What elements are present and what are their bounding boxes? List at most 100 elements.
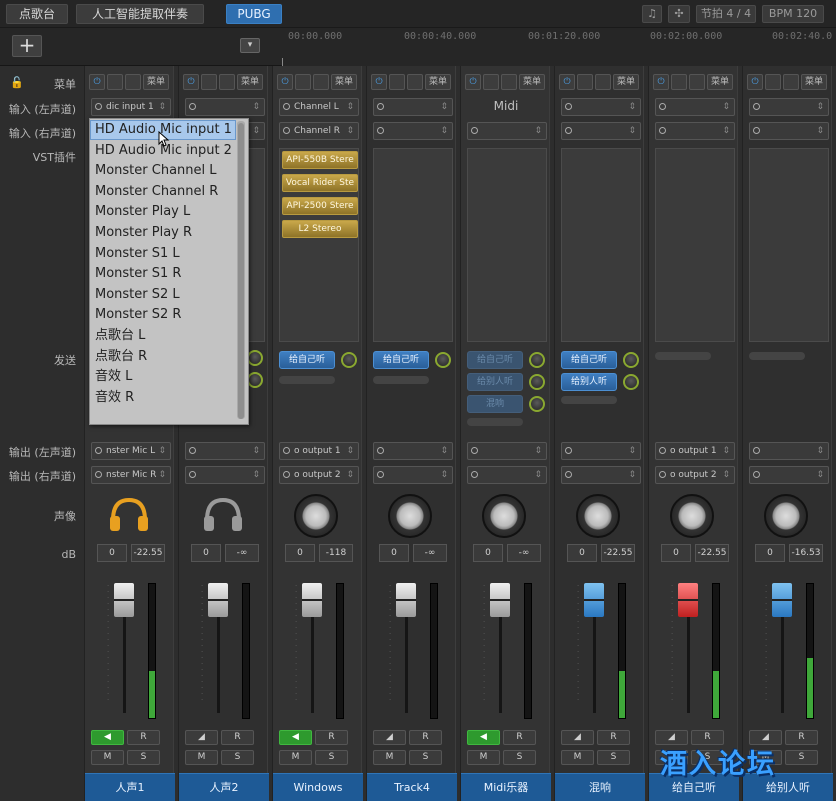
mute-button[interactable]: M bbox=[561, 750, 594, 765]
strip-small-button[interactable] bbox=[201, 74, 217, 90]
input-left-select[interactable]: ⇕ bbox=[561, 98, 641, 116]
strip-name-label[interactable]: 混响 bbox=[555, 773, 645, 801]
dropdown-option[interactable]: 点歌台 R bbox=[90, 347, 236, 367]
mute-button[interactable]: M bbox=[185, 750, 218, 765]
strip-name-label[interactable]: 人声1 bbox=[85, 773, 175, 801]
strip-small-button[interactable] bbox=[407, 74, 423, 90]
output-right-select[interactable]: ⇕ bbox=[467, 466, 547, 484]
dropdown-option[interactable]: 点歌台 L bbox=[90, 326, 236, 346]
output-right-select[interactable]: o output 2 ⇕ bbox=[279, 466, 359, 484]
output-left-select[interactable]: ⇕ bbox=[561, 442, 641, 460]
mute-button[interactable]: M bbox=[279, 750, 312, 765]
record-button[interactable]: R bbox=[503, 730, 536, 745]
strip-small-button[interactable] bbox=[671, 74, 687, 90]
power-icon[interactable]: ⏻ bbox=[371, 74, 387, 90]
strip-small-button[interactable] bbox=[389, 74, 405, 90]
send-others-button[interactable]: 给别人听 bbox=[561, 373, 617, 391]
send-level-knob[interactable] bbox=[247, 350, 263, 366]
add-track-button[interactable]: + bbox=[12, 35, 42, 57]
input-right-select[interactable]: ⇕ bbox=[749, 122, 829, 140]
input-device-dropdown[interactable]: HD Audio Mic input 1 HD Audio Mic input 2… bbox=[89, 118, 249, 425]
tab-song-station[interactable]: 点歌台 bbox=[6, 4, 68, 24]
input-left-select[interactable]: ⇕ bbox=[373, 98, 453, 116]
strip-menu-button[interactable]: 菜单 bbox=[707, 74, 733, 90]
record-button[interactable]: R bbox=[597, 730, 630, 745]
send-level-knob[interactable] bbox=[529, 352, 545, 368]
tab-ai-accompaniment[interactable]: 人工智能提取伴奏 bbox=[76, 4, 204, 24]
send-level-knob[interactable] bbox=[623, 352, 639, 368]
send-level-knob[interactable] bbox=[341, 352, 357, 368]
volume-fader-handle[interactable] bbox=[114, 583, 134, 617]
send-self-button[interactable]: 给自己听 bbox=[467, 351, 523, 369]
dropdown-option[interactable]: Monster S2 L bbox=[90, 285, 236, 305]
monitor-speaker-icon[interactable]: ◢ bbox=[185, 730, 218, 745]
power-icon[interactable]: ⏻ bbox=[653, 74, 669, 90]
strip-menu-button[interactable]: 菜单 bbox=[237, 74, 263, 90]
monitor-speaker-icon[interactable]: ◢ bbox=[561, 730, 594, 745]
send-level-knob[interactable] bbox=[435, 352, 451, 368]
pan-knob[interactable] bbox=[670, 494, 714, 538]
power-icon[interactable]: ⏻ bbox=[465, 74, 481, 90]
solo-button[interactable]: S bbox=[127, 750, 160, 765]
dropdown-toggle-icon[interactable]: ▾ bbox=[240, 38, 260, 53]
dropdown-option[interactable]: 音效 R bbox=[90, 388, 236, 408]
vst-plugin-button[interactable]: API-2500 Stere bbox=[282, 197, 358, 215]
output-left-select[interactable]: ⇕ bbox=[467, 442, 547, 460]
output-left-select[interactable]: o output 1 ⇕ bbox=[655, 442, 735, 460]
strip-name-label[interactable]: 人声2 bbox=[179, 773, 269, 801]
strip-menu-button[interactable]: 菜单 bbox=[143, 74, 169, 90]
db-fader-value[interactable]: 0 bbox=[191, 544, 221, 562]
send-self-button[interactable]: 给自己听 bbox=[279, 351, 335, 369]
vst-plugin-slot[interactable] bbox=[749, 148, 829, 342]
mute-button[interactable]: M bbox=[91, 750, 124, 765]
vst-plugin-slot[interactable] bbox=[467, 148, 547, 342]
monitor-speaker-icon[interactable]: ◀ bbox=[91, 730, 124, 745]
vst-plugin-slot[interactable]: API-550B Stere Vocal Rider Ste API-2500 St… bbox=[279, 148, 359, 342]
db-fader-value[interactable]: 0 bbox=[473, 544, 503, 562]
pan-knob[interactable] bbox=[294, 494, 338, 538]
strip-small-button[interactable] bbox=[577, 74, 593, 90]
record-button[interactable]: R bbox=[221, 730, 254, 745]
mute-button[interactable]: M bbox=[373, 750, 406, 765]
solo-button[interactable]: S bbox=[221, 750, 254, 765]
send-self-button[interactable]: 给自己听 bbox=[561, 351, 617, 369]
input-left-select[interactable]: ⇕ bbox=[185, 98, 265, 116]
output-right-select[interactable]: ⇕ bbox=[749, 466, 829, 484]
db-fader-value[interactable]: 0 bbox=[379, 544, 409, 562]
dropdown-option[interactable]: Monster S1 L bbox=[90, 244, 236, 264]
power-icon[interactable]: ⏻ bbox=[559, 74, 575, 90]
db-fader-value[interactable]: 0 bbox=[285, 544, 315, 562]
strip-menu-button[interactable]: 菜单 bbox=[425, 74, 451, 90]
volume-fader-handle[interactable] bbox=[396, 583, 416, 617]
settings-icon[interactable]: ✣ bbox=[668, 5, 690, 23]
monitor-speaker-icon[interactable]: ◢ bbox=[373, 730, 406, 745]
power-icon[interactable]: ⏻ bbox=[747, 74, 763, 90]
input-right-select[interactable]: Channel R ⇕ bbox=[279, 122, 359, 140]
tab-pubg[interactable]: PUBG bbox=[226, 4, 282, 24]
strip-small-button[interactable] bbox=[595, 74, 611, 90]
output-right-select[interactable]: ⇕ bbox=[561, 466, 641, 484]
strip-name-label[interactable]: Windows bbox=[273, 773, 363, 801]
monitor-speaker-icon[interactable]: ◀ bbox=[279, 730, 312, 745]
output-left-select[interactable]: o output 1 ⇕ bbox=[279, 442, 359, 460]
dropdown-option[interactable]: Monster Channel L bbox=[90, 161, 236, 181]
strip-menu-button[interactable]: 菜单 bbox=[613, 74, 639, 90]
output-right-select[interactable]: ⇕ bbox=[185, 466, 265, 484]
record-button[interactable]: R bbox=[409, 730, 442, 745]
send-level-knob[interactable] bbox=[529, 396, 545, 412]
record-button[interactable]: R bbox=[127, 730, 160, 745]
vst-plugin-button[interactable]: L2 Stereo bbox=[282, 220, 358, 238]
mute-button[interactable]: M bbox=[467, 750, 500, 765]
dropdown-option[interactable]: Monster Play L bbox=[90, 202, 236, 222]
pan-knob[interactable] bbox=[482, 494, 526, 538]
vst-plugin-button[interactable]: API-550B Stere bbox=[282, 151, 358, 169]
vst-plugin-slot[interactable] bbox=[373, 148, 453, 342]
send-others-button[interactable]: 给别人听 bbox=[467, 373, 523, 391]
send-self-button[interactable]: 给自己听 bbox=[373, 351, 429, 369]
input-left-select[interactable]: dic input 1 ⇕ bbox=[91, 98, 171, 116]
output-left-select[interactable]: ⇕ bbox=[373, 442, 453, 460]
time-ruler[interactable]: 00:00.000 00:00:40.000 00:01:20.000 00:0… bbox=[282, 28, 836, 66]
send-level-knob[interactable] bbox=[623, 374, 639, 390]
power-icon[interactable]: ⏻ bbox=[183, 74, 199, 90]
send-level-knob[interactable] bbox=[529, 374, 545, 390]
